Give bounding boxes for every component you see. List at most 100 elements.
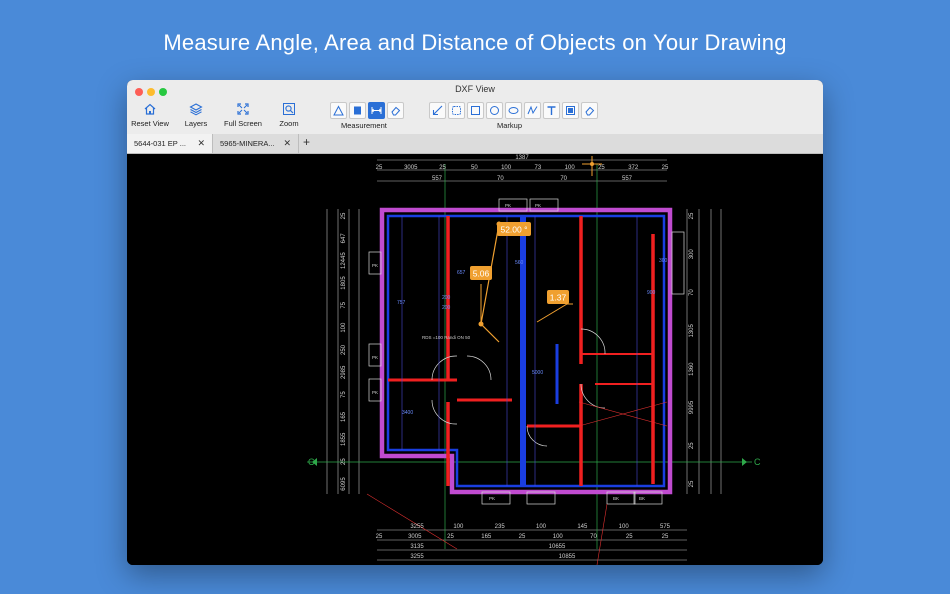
dimension-label: 100 <box>536 524 547 530</box>
room-label: 5000 <box>532 370 543 376</box>
text-icon <box>547 106 556 115</box>
room-label: 560 <box>515 260 524 266</box>
arrow-tool-button[interactable] <box>429 102 446 119</box>
new-tab-button[interactable]: + <box>303 135 310 149</box>
dimension-label: 1305 <box>689 324 695 338</box>
ellipse-tool-button[interactable] <box>505 102 522 119</box>
dimension-label: 25 <box>439 165 446 171</box>
title-bar: DXF View Reset View Layers Full Screen Z… <box>127 80 823 135</box>
dimension-label: 70 <box>590 534 597 540</box>
door-tag: PK <box>372 355 378 360</box>
dimension-label: 25 <box>662 165 669 171</box>
eraser-icon <box>391 106 401 116</box>
dimension-label: 25 <box>376 165 383 171</box>
dimension-label: 25 <box>626 534 633 540</box>
cloud-tool-button[interactable] <box>448 102 465 119</box>
zoom-button[interactable]: Zoom <box>275 102 303 128</box>
layers-icon <box>189 103 203 116</box>
door-tag: PK <box>489 496 495 501</box>
dimension-label: 557 <box>432 176 443 182</box>
rectangle-tool-button[interactable] <box>467 102 484 119</box>
dimension-label: 25 <box>662 534 669 540</box>
distance-icon <box>371 107 382 114</box>
door-tag: PK <box>372 390 378 395</box>
close-tab-icon[interactable]: ✕ <box>283 138 291 149</box>
area-tool-button[interactable] <box>349 102 366 119</box>
section-mark-left: C <box>308 457 315 467</box>
zoom-label: Zoom <box>279 119 299 128</box>
room-label: 757 <box>397 300 406 306</box>
dimension-label: 100 <box>619 524 630 530</box>
dimension-label: 100 <box>341 322 347 333</box>
dimension-label: 6095 <box>341 477 347 491</box>
cloud-icon <box>452 106 461 115</box>
distance-tool-button[interactable] <box>368 102 385 119</box>
markup-tools <box>429 102 598 119</box>
door-tag: PK <box>372 263 378 268</box>
circle-tool-button[interactable] <box>486 102 503 119</box>
dimension-label: 3135 <box>410 544 424 550</box>
dimension-label: 3255 <box>410 524 424 530</box>
dimension-label: 3255 <box>410 554 424 560</box>
tab-document-1[interactable]: 5644-031 EP ... ✕ <box>127 134 213 153</box>
room-label: 657 <box>457 270 466 276</box>
area-value: 1.37 <box>550 293 567 303</box>
full-screen-button[interactable]: Full Screen <box>224 102 262 128</box>
filled-rectangle-tool-button[interactable] <box>562 102 579 119</box>
measurement-tools <box>330 102 404 119</box>
dimension-label: 575 <box>660 524 671 530</box>
section-mark-right: C <box>754 457 761 467</box>
room-label: 300 <box>659 258 668 264</box>
room-label: 200 <box>442 295 451 301</box>
reset-view-button[interactable]: Reset View <box>131 102 169 128</box>
dimension-label: 9995 <box>689 400 695 414</box>
dimension-label: 100 <box>565 165 576 171</box>
arrow-icon <box>432 105 443 116</box>
dimension-label: 73 <box>535 165 542 171</box>
angle-icon <box>333 105 344 116</box>
tab-label: 5965-MINERA... <box>220 139 275 148</box>
dimension-label: 25 <box>341 212 347 219</box>
dimension-label: 1805 <box>341 276 347 290</box>
dimension-label: 557 <box>622 176 633 182</box>
layers-button[interactable]: Layers <box>181 102 211 128</box>
reset-view-label: Reset View <box>131 119 169 128</box>
dimension-label: 3005 <box>408 534 422 540</box>
tab-label: 5644-031 EP ... <box>134 139 186 148</box>
app-window: DXF View Reset View Layers Full Screen Z… <box>127 80 823 565</box>
text-tool-button[interactable] <box>543 102 560 119</box>
dimension-label: 1360 <box>689 362 695 376</box>
eraser-icon <box>585 106 595 116</box>
expand-icon <box>237 103 249 115</box>
dimension-label: 250 <box>341 344 347 355</box>
window-title: DXF View <box>455 84 495 94</box>
polyline-icon <box>527 105 538 115</box>
angle-tool-button[interactable] <box>330 102 347 119</box>
room-note: RDS =100 Randi ON 50 <box>422 335 471 340</box>
layers-label: Layers <box>184 119 208 128</box>
area-icon <box>354 106 361 115</box>
door-tag: BK <box>613 496 619 501</box>
markup-eraser-button[interactable] <box>581 102 598 119</box>
measure-eraser-button[interactable] <box>387 102 404 119</box>
polyline-tool-button[interactable] <box>524 102 541 119</box>
dimension-label: 70 <box>560 176 567 182</box>
dimension-label: 3005 <box>404 165 418 171</box>
dimension-label: 372 <box>628 165 639 171</box>
drawing-canvas[interactable]: 52.00 ° 5.06 1.37 C C RDS =100 Randi ON … <box>127 154 823 565</box>
measurement-label: Measurement <box>341 121 387 130</box>
angle-value: 52.00 ° <box>500 225 527 235</box>
dimension-label: 165 <box>481 534 492 540</box>
dimension-label: 70 <box>689 289 695 296</box>
room-label: 3400 <box>402 410 413 416</box>
filled-rectangle-icon <box>566 106 575 115</box>
tab-document-2[interactable]: 5965-MINERA... ✕ <box>213 134 299 153</box>
door-tag: PK <box>535 203 541 208</box>
rectangle-icon <box>471 106 480 115</box>
close-tab-icon[interactable]: ✕ <box>197 138 205 149</box>
dimension-label: 25 <box>376 534 383 540</box>
dimension-label: 25 <box>689 212 695 219</box>
dimension-label: 145 <box>577 524 588 530</box>
dimension-label: 25 <box>447 534 454 540</box>
dimension-label: 647 <box>341 233 347 244</box>
